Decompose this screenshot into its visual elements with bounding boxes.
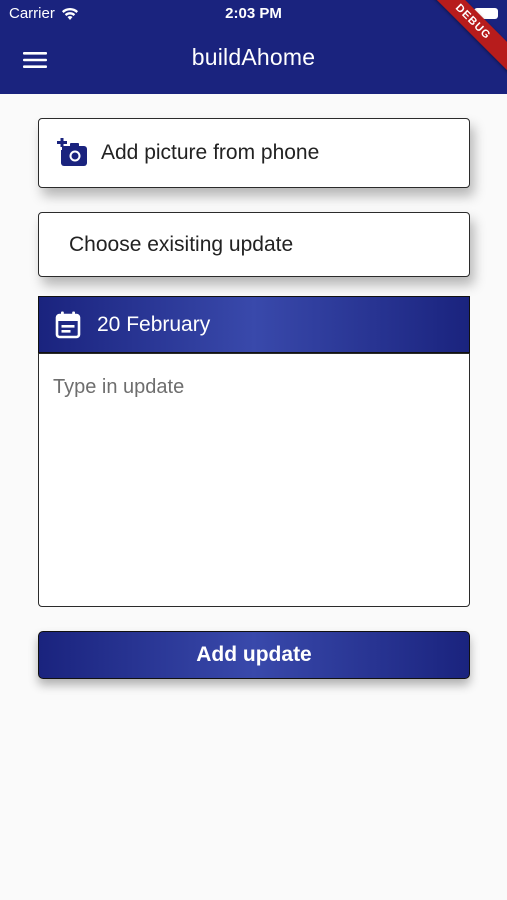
status-bar: Carrier 2:03 PM: [0, 0, 507, 28]
add-update-label: Add update: [196, 643, 312, 666]
clock: 2:03 PM: [225, 5, 282, 22]
add-picture-button[interactable]: Add picture from phone: [38, 118, 470, 188]
date-label: 20 February: [97, 312, 211, 336]
page-title: buildAhome: [191, 44, 316, 70]
choose-update-button[interactable]: Choose exisiting update: [38, 212, 470, 277]
add-update-button[interactable]: Add update: [38, 631, 470, 679]
choose-update-label: Choose exisiting update: [69, 232, 294, 256]
app-bar: Carrier 2:03 PM buildAhome DEBUG: [0, 0, 507, 94]
add-picture-label: Add picture from phone: [101, 141, 320, 164]
calendar-icon: [55, 311, 81, 338]
add-photo-icon: [57, 138, 87, 166]
date-picker-bar[interactable]: 20 February: [38, 296, 470, 353]
update-text-input[interactable]: [38, 353, 470, 607]
